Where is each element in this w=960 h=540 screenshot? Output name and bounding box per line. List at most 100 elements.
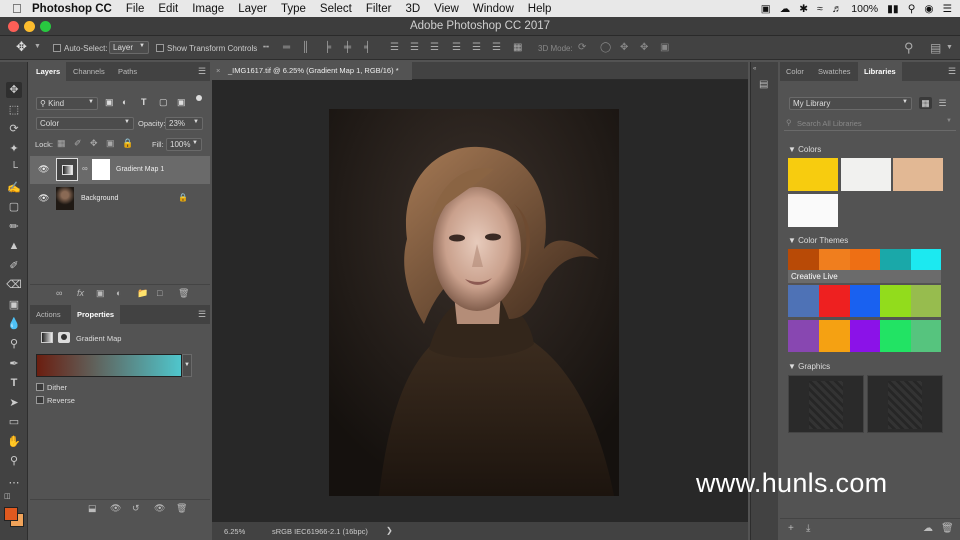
grid-view-icon[interactable]: ▦: [919, 97, 932, 109]
color-swatch[interactable]: [788, 194, 838, 227]
align-bottom-icon[interactable]: ║: [302, 42, 309, 53]
align-top-icon[interactable]: ╍: [263, 42, 269, 53]
gradient-tool-icon[interactable]: ▣: [6, 297, 22, 313]
move-tool-icon[interactable]: ✥: [6, 82, 22, 98]
auto-align-icon[interactable]: ▦: [513, 42, 522, 53]
filter-smart-object-icon[interactable]: ▣: [177, 97, 186, 108]
upload-icon[interactable]: ⤓: [806, 523, 810, 534]
color-swatch[interactable]: [893, 158, 943, 191]
search-chevron-icon[interactable]: ▼: [946, 118, 952, 124]
pen-tool-icon[interactable]: ✒: [6, 356, 22, 372]
new-group-icon[interactable]: 📁: [137, 288, 148, 299]
3d-rotate-icon[interactable]: ⟳: [578, 42, 586, 53]
library-dropdown[interactable]: My Library ▼: [789, 97, 912, 110]
type-tool-icon[interactable]: T: [6, 375, 22, 391]
layer-mask-thumbnail[interactable]: [92, 159, 110, 180]
close-document-icon[interactable]: ×: [216, 62, 220, 80]
battery-text[interactable]: 100%: [851, 3, 878, 15]
3d-slide-icon[interactable]: ✥: [640, 42, 648, 53]
foreground-color-swatch[interactable]: [4, 507, 18, 521]
distribute-top-icon[interactable]: ☰: [390, 42, 399, 53]
rectangle-tool-icon[interactable]: ▭: [6, 414, 22, 430]
toggle-visibility-icon[interactable]: 👁: [154, 503, 165, 514]
menu-help[interactable]: Help: [528, 3, 552, 15]
screen-icon[interactable]: ▣: [761, 3, 771, 15]
lock-image-icon[interactable]: ✐: [74, 138, 82, 149]
filter-shape-icon[interactable]: ▢: [159, 97, 168, 108]
hand-tool-icon[interactable]: ✋: [6, 434, 22, 450]
color-theme[interactable]: Creative Live: [788, 249, 942, 283]
distribute-vcenter-icon[interactable]: ☰: [410, 42, 419, 53]
document-image[interactable]: [329, 109, 619, 496]
move-tool-icon[interactable]: ✥: [16, 39, 27, 55]
filter-kind-dropdown[interactable]: ⚲ Kind ▼: [36, 97, 98, 110]
zoom-tool-icon[interactable]: ⚲: [6, 453, 22, 469]
transform-controls-checkbox[interactable]: [156, 43, 164, 54]
tab-actions[interactable]: Actions: [30, 305, 67, 324]
fill-input[interactable]: 100% ▼: [166, 138, 202, 151]
graphic-thumbnail[interactable]: [867, 375, 943, 433]
volume-icon[interactable]: ♬: [832, 3, 843, 15]
menu-image[interactable]: Image: [192, 3, 224, 15]
history-brush-tool-icon[interactable]: ✐: [6, 258, 22, 274]
notifications-icon[interactable]: ☰: [943, 3, 952, 15]
menu-type[interactable]: Type: [281, 3, 306, 15]
blend-mode-dropdown[interactable]: Color ▼: [36, 117, 134, 130]
tool-preset-chevron-icon[interactable]: ▼: [34, 43, 41, 50]
eraser-tool-icon[interactable]: ⌫: [6, 277, 22, 293]
3d-scale-icon[interactable]: ▣: [660, 42, 669, 53]
quick-select-tool-icon[interactable]: ✦: [6, 141, 22, 157]
zoom-level[interactable]: 6.25%: [224, 527, 245, 536]
tab-layers[interactable]: Layers: [30, 62, 67, 81]
tab-libraries[interactable]: Libraries: [858, 62, 902, 81]
tab-color[interactable]: Color: [780, 62, 810, 81]
layer-row[interactable]: 👁 Background 🔒: [30, 185, 210, 213]
color-theme[interactable]: [788, 285, 942, 317]
blur-tool-icon[interactable]: 💧: [6, 316, 22, 332]
stamp-tool-icon[interactable]: ▲: [6, 238, 22, 254]
filter-pixel-icon[interactable]: ▣: [105, 97, 114, 108]
cloud-sync-icon[interactable]: ☁: [923, 523, 933, 534]
align-left-icon[interactable]: ╞: [324, 42, 331, 53]
search-icon[interactable]: ⚲: [904, 40, 914, 56]
layer-name[interactable]: Background: [81, 195, 118, 202]
menu-file[interactable]: File: [126, 3, 145, 15]
layer-row[interactable]: 👁 ∞ Gradient Map 1: [30, 156, 210, 184]
menu-window[interactable]: Window: [473, 3, 514, 15]
new-layer-icon[interactable]: □: [157, 288, 162, 298]
gradient-preview[interactable]: [36, 354, 182, 377]
path-selection-tool-icon[interactable]: ➤: [6, 395, 22, 411]
menu-3d[interactable]: 3D: [405, 3, 420, 15]
bluetooth-icon[interactable]: ✱: [799, 3, 808, 15]
workspace-chevron-icon[interactable]: ▼: [946, 44, 953, 51]
menu-layer[interactable]: Layer: [238, 3, 267, 15]
layer-name[interactable]: Gradient Map 1: [116, 166, 164, 173]
filter-type-icon[interactable]: T: [141, 97, 147, 107]
mask-icon[interactable]: [58, 332, 70, 343]
menu-view[interactable]: View: [434, 3, 459, 15]
spotlight-icon[interactable]: ⚲: [908, 3, 916, 15]
default-colors-icon[interactable]: ◫: [4, 492, 11, 500]
filter-toggle-icon[interactable]: [196, 95, 202, 101]
delete-library-item-icon[interactable]: 🗑: [941, 523, 954, 534]
marquee-tool-icon[interactable]: ⬚: [6, 102, 22, 118]
3d-roll-icon[interactable]: ◯: [600, 42, 611, 53]
add-mask-icon[interactable]: ▣: [96, 288, 105, 299]
menu-select[interactable]: Select: [320, 3, 352, 15]
menu-app-name[interactable]: Photoshop CC: [32, 3, 112, 15]
distribute-hcenter-icon[interactable]: ☰: [472, 42, 481, 53]
document-tab[interactable]: × _IMG1617.tif @ 6.25% (Gradient Map 1, …: [212, 62, 412, 80]
3d-drag-icon[interactable]: ✥: [620, 42, 628, 53]
distribute-right-icon[interactable]: ☰: [492, 42, 501, 53]
color-themes-section-header[interactable]: ▼ Color Themes: [788, 236, 848, 245]
crop-tool-icon[interactable]: └: [6, 160, 22, 176]
add-content-icon[interactable]: +: [788, 523, 794, 534]
workspace-icon[interactable]: ▤: [930, 41, 941, 55]
library-search-field[interactable]: ⚲ Search All Libraries ▼: [784, 117, 956, 131]
align-vcenter-icon[interactable]: ═: [283, 42, 290, 53]
eyedropper-tool-icon[interactable]: ✍: [6, 180, 22, 196]
graphics-section-header[interactable]: ▼ Graphics: [788, 362, 830, 371]
libraries-panel-menu-icon[interactable]: ☰: [942, 62, 960, 81]
filter-adjustment-icon[interactable]: ◐: [122, 97, 127, 107]
align-right-icon[interactable]: ╡: [364, 42, 371, 53]
